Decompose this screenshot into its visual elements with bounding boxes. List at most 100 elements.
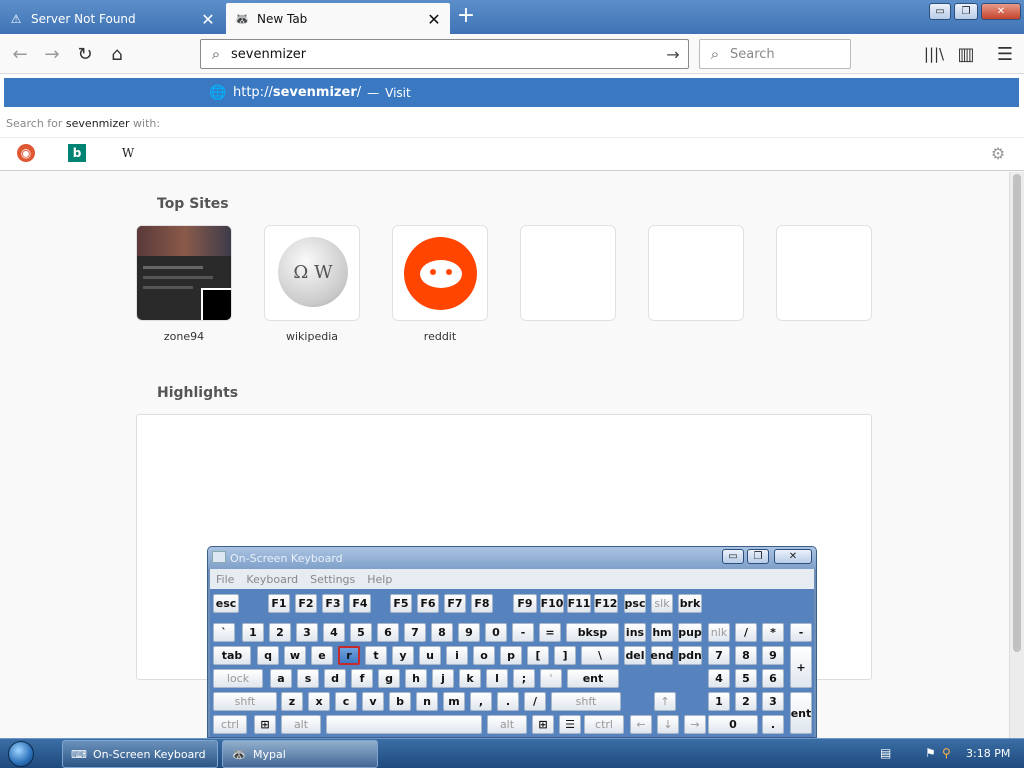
osk-key[interactable]: alt: [487, 715, 527, 734]
osk-key[interactable]: z: [281, 692, 303, 711]
url-suggestion-visit[interactable]: 🌐 http://sevenmizer/ — Visit: [4, 78, 1019, 107]
osk-key[interactable]: y: [392, 646, 414, 665]
osk-key[interactable]: 7: [404, 623, 426, 642]
menu-icon[interactable]: ☰: [991, 40, 1019, 68]
library-icon[interactable]: |||\: [920, 40, 948, 68]
forward-button[interactable]: →: [38, 40, 66, 68]
osk-key[interactable]: ent: [790, 692, 812, 734]
search-tray-icon[interactable]: ⚲: [942, 746, 951, 760]
osk-key[interactable]: 4: [708, 669, 730, 688]
osk-key[interactable]: 9: [762, 646, 784, 665]
go-arrow-icon[interactable]: →: [658, 45, 688, 64]
osk-key[interactable]: bksp: [566, 623, 619, 642]
osk-key[interactable]: 0: [708, 715, 758, 734]
osk-key[interactable]: F1: [268, 594, 290, 613]
osk-key[interactable]: ←: [630, 715, 652, 734]
osk-menu-help[interactable]: Help: [367, 573, 392, 586]
osk-key[interactable]: ,: [470, 692, 492, 711]
clock[interactable]: 3:18 PM: [966, 747, 1010, 760]
page-scrollbar[interactable]: [1009, 172, 1024, 738]
osk-key[interactable]: ': [540, 669, 562, 688]
osk-key[interactable]: ☰: [559, 715, 581, 734]
osk-key[interactable]: /: [735, 623, 757, 642]
network-tray-icon[interactable]: ⚑: [925, 746, 936, 760]
osk-key[interactable]: ]: [554, 646, 576, 665]
url-bar[interactable]: ⌕ sevenmizer →: [200, 39, 689, 69]
osk-key[interactable]: g: [378, 669, 400, 688]
url-input[interactable]: sevenmizer: [231, 47, 658, 62]
osk-key[interactable]: →: [684, 715, 706, 734]
osk-key[interactable]: brk: [678, 594, 702, 613]
duckduckgo-icon[interactable]: ◉: [17, 144, 35, 162]
back-button[interactable]: ←: [6, 40, 34, 68]
osk-key[interactable]: -: [512, 623, 534, 642]
osk-key[interactable]: F8: [471, 594, 493, 613]
osk-key[interactable]: 5: [735, 669, 757, 688]
osk-key[interactable]: .: [762, 715, 784, 734]
osk-maximize-button[interactable]: ❐: [747, 549, 769, 564]
taskbar-item-mypal[interactable]: 🦝 Mypal: [222, 740, 378, 768]
osk-key[interactable]: F12: [594, 594, 618, 613]
osk-key[interactable]: n: [416, 692, 438, 711]
osk-key[interactable]: ↓: [657, 715, 679, 734]
osk-key[interactable]: p: [500, 646, 522, 665]
osk-key[interactable]: 1: [708, 692, 730, 711]
wikipedia-icon[interactable]: W: [119, 144, 137, 162]
osk-key[interactable]: l: [486, 669, 508, 688]
osk-key[interactable]: F10: [540, 594, 564, 613]
osk-key[interactable]: F5: [390, 594, 412, 613]
scrollbar-thumb[interactable]: [1013, 174, 1021, 652]
osk-key[interactable]: 2: [269, 623, 291, 642]
osk-close-button[interactable]: ✕: [774, 549, 812, 564]
osk-key[interactable]: del: [624, 646, 646, 665]
osk-key[interactable]: -: [790, 623, 812, 642]
osk-key[interactable]: tab: [213, 646, 251, 665]
home-button[interactable]: ⌂: [103, 40, 131, 68]
osk-key[interactable]: o: [473, 646, 495, 665]
osk-key[interactable]: 2: [735, 692, 757, 711]
osk-menu-keyboard[interactable]: Keyboard: [246, 573, 298, 586]
top-site-zone94[interactable]: [136, 225, 232, 321]
osk-key[interactable]: shft: [213, 692, 277, 711]
osk-key[interactable]: [: [527, 646, 549, 665]
osk-key[interactable]: F9: [513, 594, 537, 613]
osk-key[interactable]: lock: [213, 669, 263, 688]
close-window-button[interactable]: ✕: [981, 3, 1021, 20]
osk-key[interactable]: F3: [322, 594, 344, 613]
osk-key[interactable]: w: [284, 646, 306, 665]
osk-key[interactable]: ctrl: [584, 715, 624, 734]
osk-key[interactable]: 8: [431, 623, 453, 642]
osk-key[interactable]: F11: [567, 594, 591, 613]
osk-key[interactable]: t: [365, 646, 387, 665]
osk-key[interactable]: e: [311, 646, 333, 665]
osk-key[interactable]: x: [308, 692, 330, 711]
osk-key[interactable]: psc: [624, 594, 646, 613]
minimize-button[interactable]: ▭: [929, 3, 951, 20]
osk-key[interactable]: ↑: [654, 692, 676, 711]
osk-key[interactable]: h: [405, 669, 427, 688]
sidebar-icon[interactable]: ▥: [952, 40, 980, 68]
search-bar[interactable]: ⌕ Search: [699, 39, 851, 69]
osk-key[interactable]: b: [389, 692, 411, 711]
osk-key[interactable]: esc: [213, 594, 239, 613]
osk-key[interactable]: c: [335, 692, 357, 711]
osk-key[interactable]: 5: [350, 623, 372, 642]
osk-key[interactable]: +: [790, 646, 812, 688]
tab-server-not-found[interactable]: ⚠ Server Not Found ✕: [0, 3, 224, 34]
osk-key[interactable]: ⊞: [254, 715, 276, 734]
osk-key[interactable]: nlk: [708, 623, 730, 642]
osk-key[interactable]: end: [650, 646, 674, 665]
osk-key[interactable]: 4: [323, 623, 345, 642]
osk-key[interactable]: 6: [762, 669, 784, 688]
osk-key[interactable]: *: [762, 623, 784, 642]
osk-key[interactable]: f: [351, 669, 373, 688]
top-site-wikipedia[interactable]: Ω W: [264, 225, 360, 321]
osk-key[interactable]: 7: [708, 646, 730, 665]
osk-key[interactable]: s: [297, 669, 319, 688]
osk-key[interactable]: slk: [651, 594, 673, 613]
osk-key[interactable]: [326, 715, 482, 734]
reload-button[interactable]: ↻: [71, 40, 99, 68]
new-tab-button[interactable]: +: [454, 4, 478, 30]
osk-key[interactable]: pdn: [678, 646, 702, 665]
osk-key[interactable]: F2: [295, 594, 317, 613]
